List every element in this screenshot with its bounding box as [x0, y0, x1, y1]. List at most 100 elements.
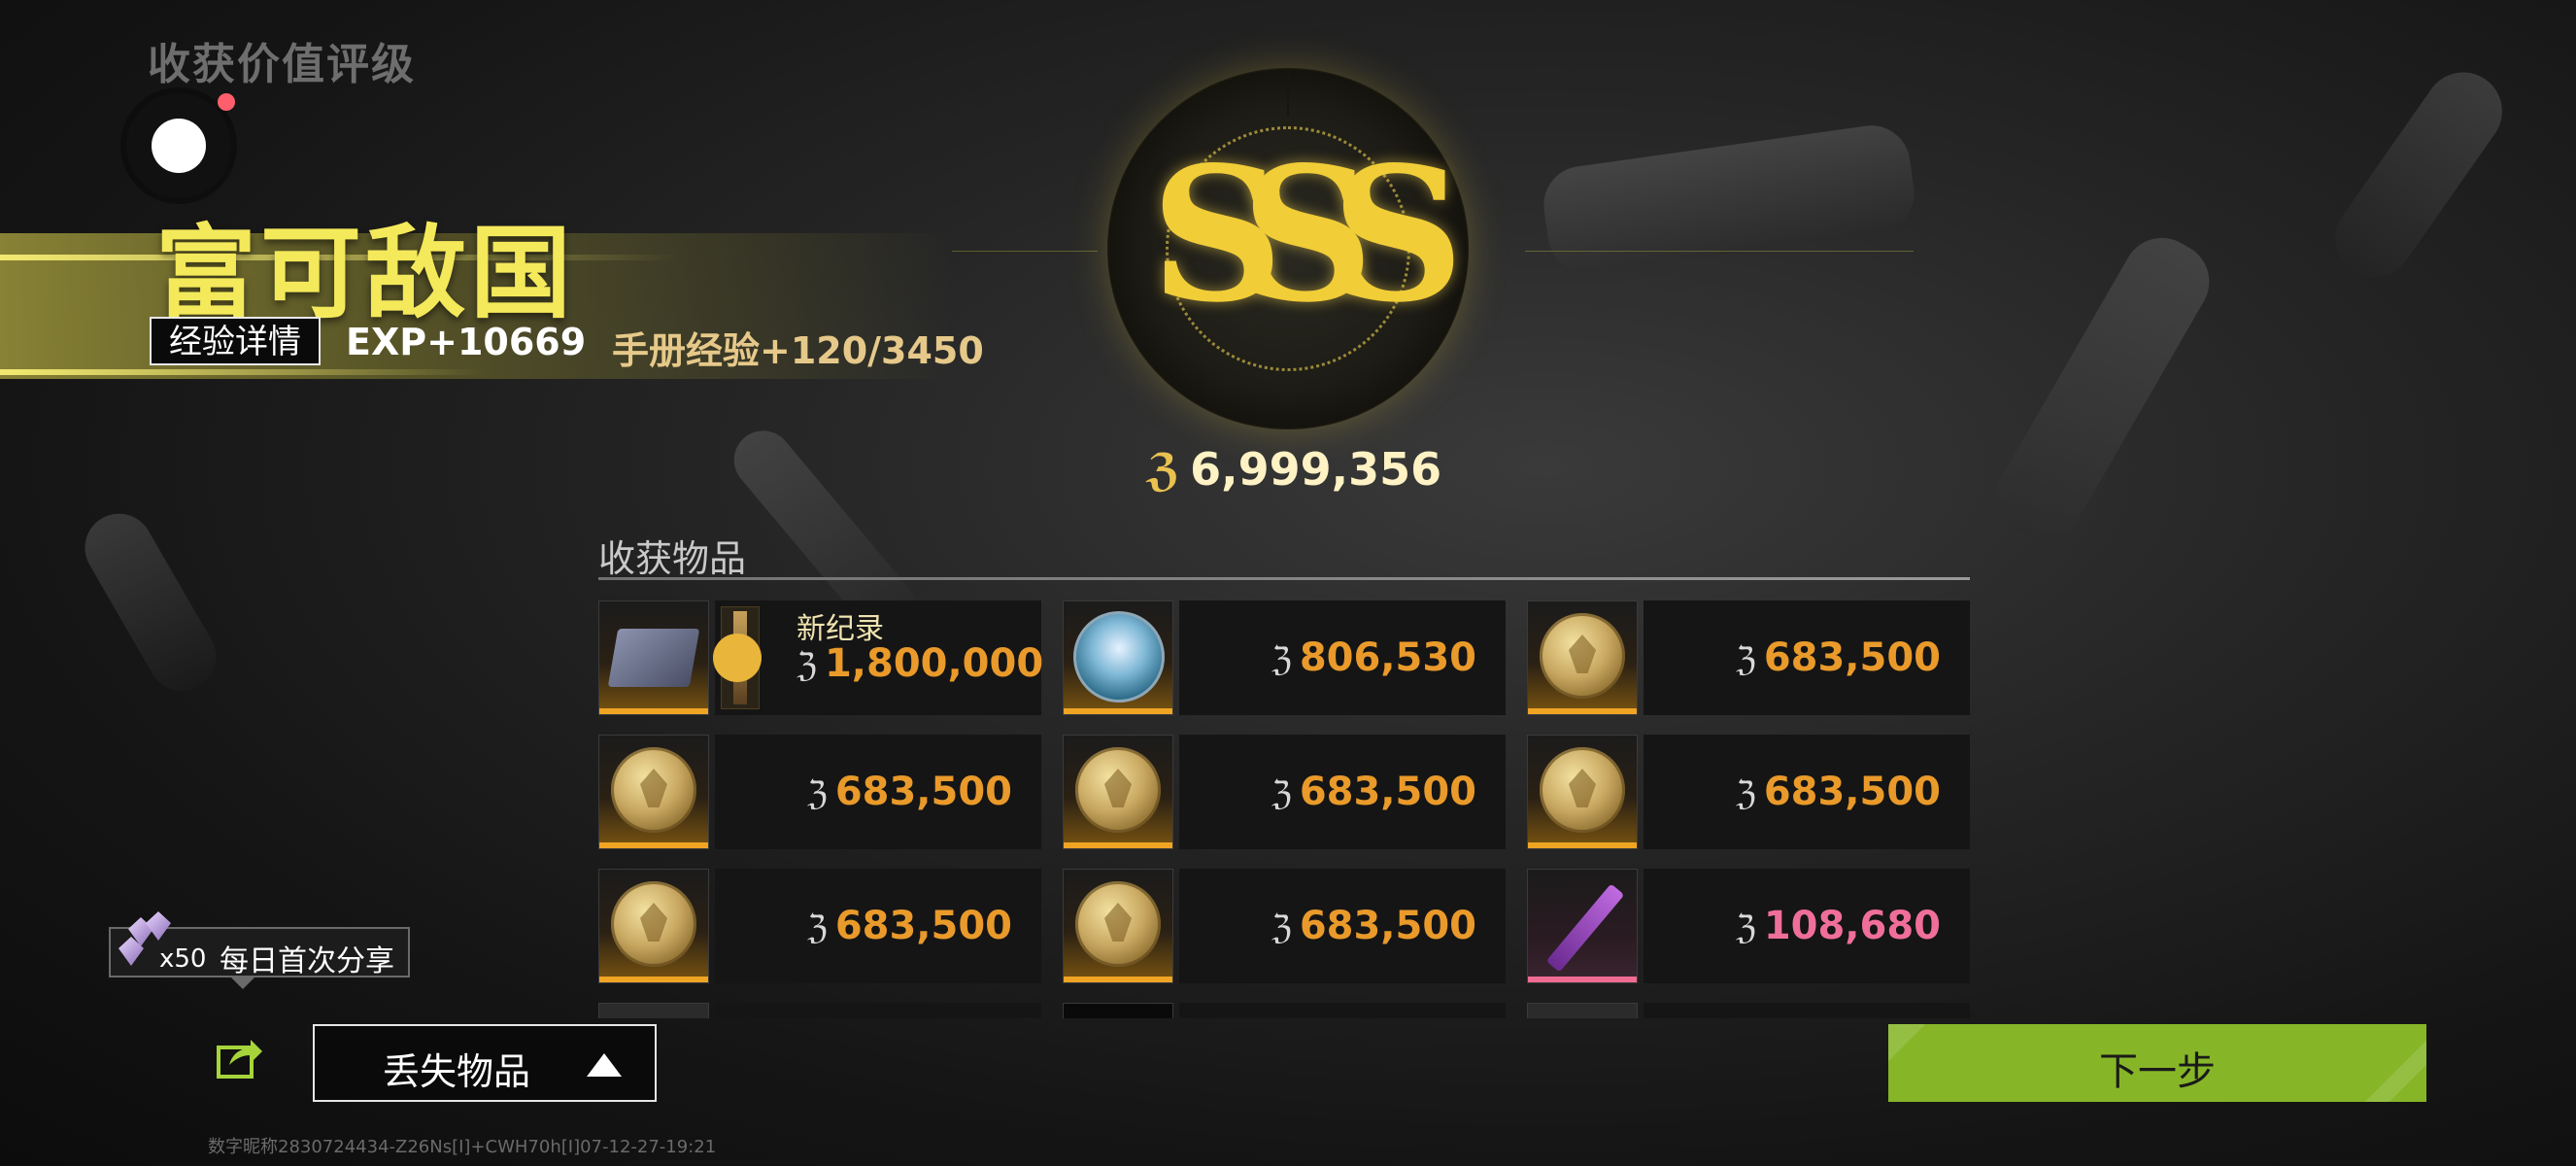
item-price-box: ℨ 683,500: [1179, 869, 1506, 983]
total-value-number: 6,999,356: [1190, 443, 1442, 496]
item-price-value: 683,500: [1763, 770, 1941, 814]
badge-tick: [1287, 68, 1289, 117]
item-thumb: [1063, 1003, 1173, 1018]
currency-icon: ℨ: [1271, 774, 1292, 813]
next-step-label: 下一步: [2099, 1049, 2216, 1094]
item-price-box: [715, 1003, 1041, 1018]
gold-coin-icon: [611, 747, 696, 833]
item-card[interactable]: [598, 1003, 1041, 1018]
item-card[interactable]: ℨ 683,500: [598, 869, 1041, 983]
item-price-value: 683,500: [834, 770, 1012, 814]
background-decoration: [1539, 120, 1919, 278]
item-price-box: ℨ 683,500: [715, 869, 1041, 983]
gold-coin-icon: [1075, 881, 1161, 967]
item-price-box: [1179, 1003, 1506, 1018]
banner-stripe: [0, 369, 486, 375]
item-price-box: ℨ 683,500: [1644, 600, 1970, 715]
syringe-icon: [1545, 883, 1625, 973]
grade-badge: SSS: [1107, 68, 1469, 429]
item-thumb: [598, 735, 709, 849]
item-price: ℨ 683,500: [1271, 770, 1476, 814]
item-price-value: 683,500: [1299, 770, 1476, 814]
item-card[interactable]: ℨ 683,500: [598, 735, 1041, 849]
hud-line: [1525, 251, 1914, 252]
currency-icon: ℨ: [806, 909, 828, 947]
currency-icon: ℨ: [797, 646, 817, 685]
item-price-value: 683,500: [1763, 635, 1941, 680]
item-price-box: ℨ 108,680: [1644, 869, 1970, 983]
section-title: 收获价值评级: [148, 40, 416, 89]
share-icon[interactable]: [216, 1036, 264, 1080]
item-price-value: 683,500: [1299, 904, 1476, 948]
lost-items-label: 丢失物品: [383, 1050, 531, 1093]
item-price-box: ℨ 683,500: [1179, 735, 1506, 849]
item-card[interactable]: [1527, 1003, 1970, 1018]
record-dot: [152, 119, 206, 173]
item-thumb: [1063, 600, 1173, 715]
lost-items-button[interactable]: 丢失物品: [313, 1024, 657, 1102]
item-thumb: [598, 869, 709, 983]
currency-icon: ℨ: [1735, 909, 1756, 947]
item-thumb: [1527, 735, 1638, 849]
item-price-box: ℨ 806,530: [1179, 600, 1506, 715]
item-card[interactable]: ℨ 683,500: [1063, 869, 1506, 983]
item-price: ℨ 108,680: [1736, 904, 1941, 948]
item-price-box: [1644, 1003, 1970, 1018]
wallet-icon: [607, 629, 700, 687]
item-thumb: [1063, 869, 1173, 983]
daily-share-label: 每日首次分享: [220, 944, 394, 978]
item-price-value: 683,500: [834, 904, 1012, 948]
hud-line: [952, 251, 1098, 252]
item-price-box: ℨ 683,500: [715, 735, 1041, 849]
item-price: ℨ 1,800,000: [797, 641, 1043, 686]
item-price: ℨ 683,500: [807, 770, 1012, 814]
section-divider: [598, 577, 1970, 580]
gem-count: x50: [159, 944, 207, 974]
currency-icon: ℨ: [1271, 640, 1292, 679]
gold-coin-icon: [1075, 747, 1161, 833]
item-thumb: [1527, 1003, 1638, 1018]
item-thumb: [1527, 600, 1638, 715]
temple-coin-icon: [1073, 611, 1165, 703]
record-icon[interactable]: [126, 93, 235, 198]
items-grid[interactable]: 新纪录 ℨ 1,800,000 ℨ 806,530 ℨ 683,500 ℨ 683,50…: [598, 600, 1970, 1018]
item-card[interactable]: ℨ 683,500: [1063, 735, 1506, 849]
item-card[interactable]: [1063, 1003, 1506, 1018]
background-decoration: [1983, 223, 2223, 554]
background-decoration: [2320, 56, 2518, 293]
item-price: ℨ 683,500: [1736, 635, 1941, 680]
item-thumb: [1527, 869, 1638, 983]
currency-icon: ℨ: [1146, 443, 1181, 496]
currency-icon: ℨ: [1735, 640, 1756, 679]
grade-letters: SSS: [1150, 126, 1464, 343]
item-thumb: [598, 600, 709, 715]
currency-icon: ℨ: [806, 774, 828, 813]
item-card[interactable]: ℨ 806,530: [1063, 600, 1506, 715]
gold-coin-icon: [611, 881, 696, 967]
gem-icon: [146, 911, 171, 941]
item-card[interactable]: 新纪录 ℨ 1,800,000: [598, 600, 1043, 715]
exp-value: EXP+10669: [346, 321, 587, 363]
item-price: ℨ 683,500: [1736, 770, 1941, 814]
notification-dot: [218, 93, 235, 111]
grade-title: 富可敌国: [155, 214, 576, 332]
expand-up-icon: [587, 1053, 622, 1077]
footer-id-text: 数字昵称2830724434-Z26Ns[I]+CWH70h[I]07-12-2…: [208, 1137, 717, 1157]
next-step-button[interactable]: 下一步: [1888, 1024, 2426, 1102]
item-card[interactable]: ℨ 683,500: [1527, 600, 1970, 715]
total-value: ℨ 6,999,356: [1146, 443, 1441, 496]
item-price-value: 1,800,000: [824, 641, 1044, 686]
exp-detail-button[interactable]: 经验详情: [150, 317, 321, 365]
item-card[interactable]: ℨ 683,500: [1527, 735, 1970, 849]
new-record-badge-icon: [713, 634, 762, 682]
items-section-label: 收获物品: [598, 537, 747, 580]
manual-exp: 手册经验+120/3450: [612, 329, 984, 372]
item-card[interactable]: ℨ 108,680: [1527, 869, 1970, 983]
item-price-value: 108,680: [1763, 904, 1941, 948]
background-decoration: [72, 500, 229, 704]
currency-icon: ℨ: [1271, 909, 1292, 947]
currency-icon: ℨ: [1735, 774, 1756, 813]
item-thumb: [598, 1003, 709, 1018]
daily-share-tooltip[interactable]: x50 每日首次分享: [109, 911, 410, 989]
item-thumb: [1063, 735, 1173, 849]
